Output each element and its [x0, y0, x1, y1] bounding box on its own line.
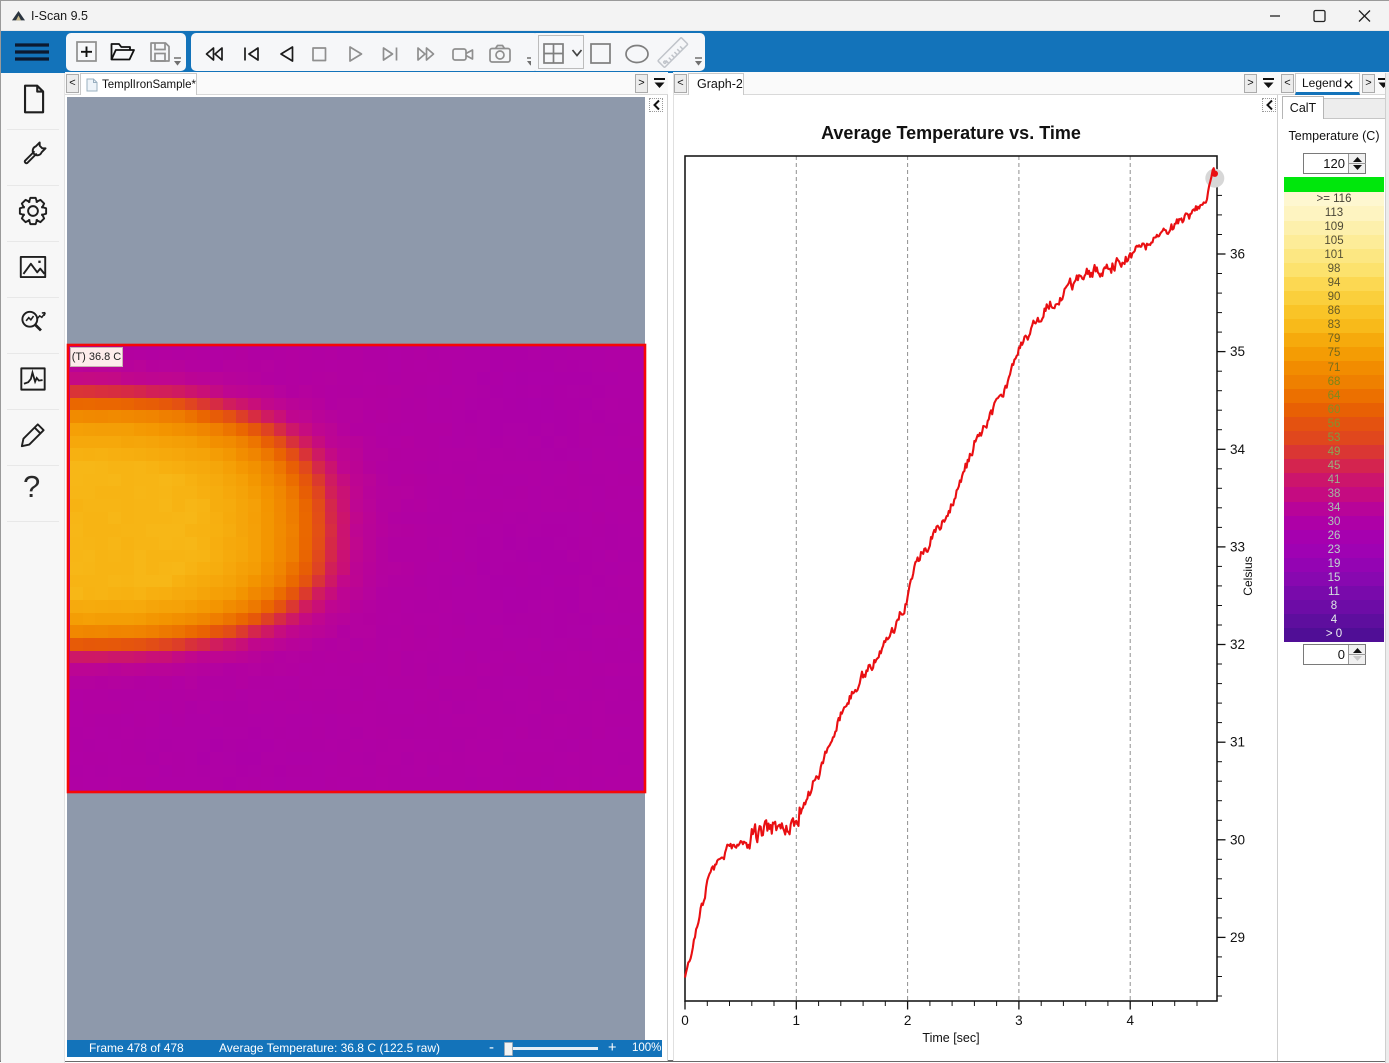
- svg-text:29: 29: [1230, 930, 1245, 945]
- svg-text:0: 0: [681, 1013, 689, 1028]
- svg-text:Celsius: Celsius: [1241, 556, 1255, 595]
- svg-text:1: 1: [793, 1013, 801, 1028]
- svg-text:2: 2: [904, 1013, 912, 1028]
- svg-text:35: 35: [1230, 344, 1245, 359]
- svg-text:30: 30: [1230, 832, 1245, 847]
- svg-text:Time [sec]: Time [sec]: [922, 1031, 979, 1045]
- svg-text:Average Temperature vs. Time: Average Temperature vs. Time: [821, 123, 1081, 143]
- svg-text:4: 4: [1126, 1013, 1134, 1028]
- svg-text:31: 31: [1230, 735, 1245, 750]
- svg-text:33: 33: [1230, 539, 1245, 554]
- svg-text:34: 34: [1230, 442, 1246, 457]
- svg-text:32: 32: [1230, 637, 1245, 652]
- svg-text:3: 3: [1015, 1013, 1023, 1028]
- svg-text:36: 36: [1230, 247, 1245, 262]
